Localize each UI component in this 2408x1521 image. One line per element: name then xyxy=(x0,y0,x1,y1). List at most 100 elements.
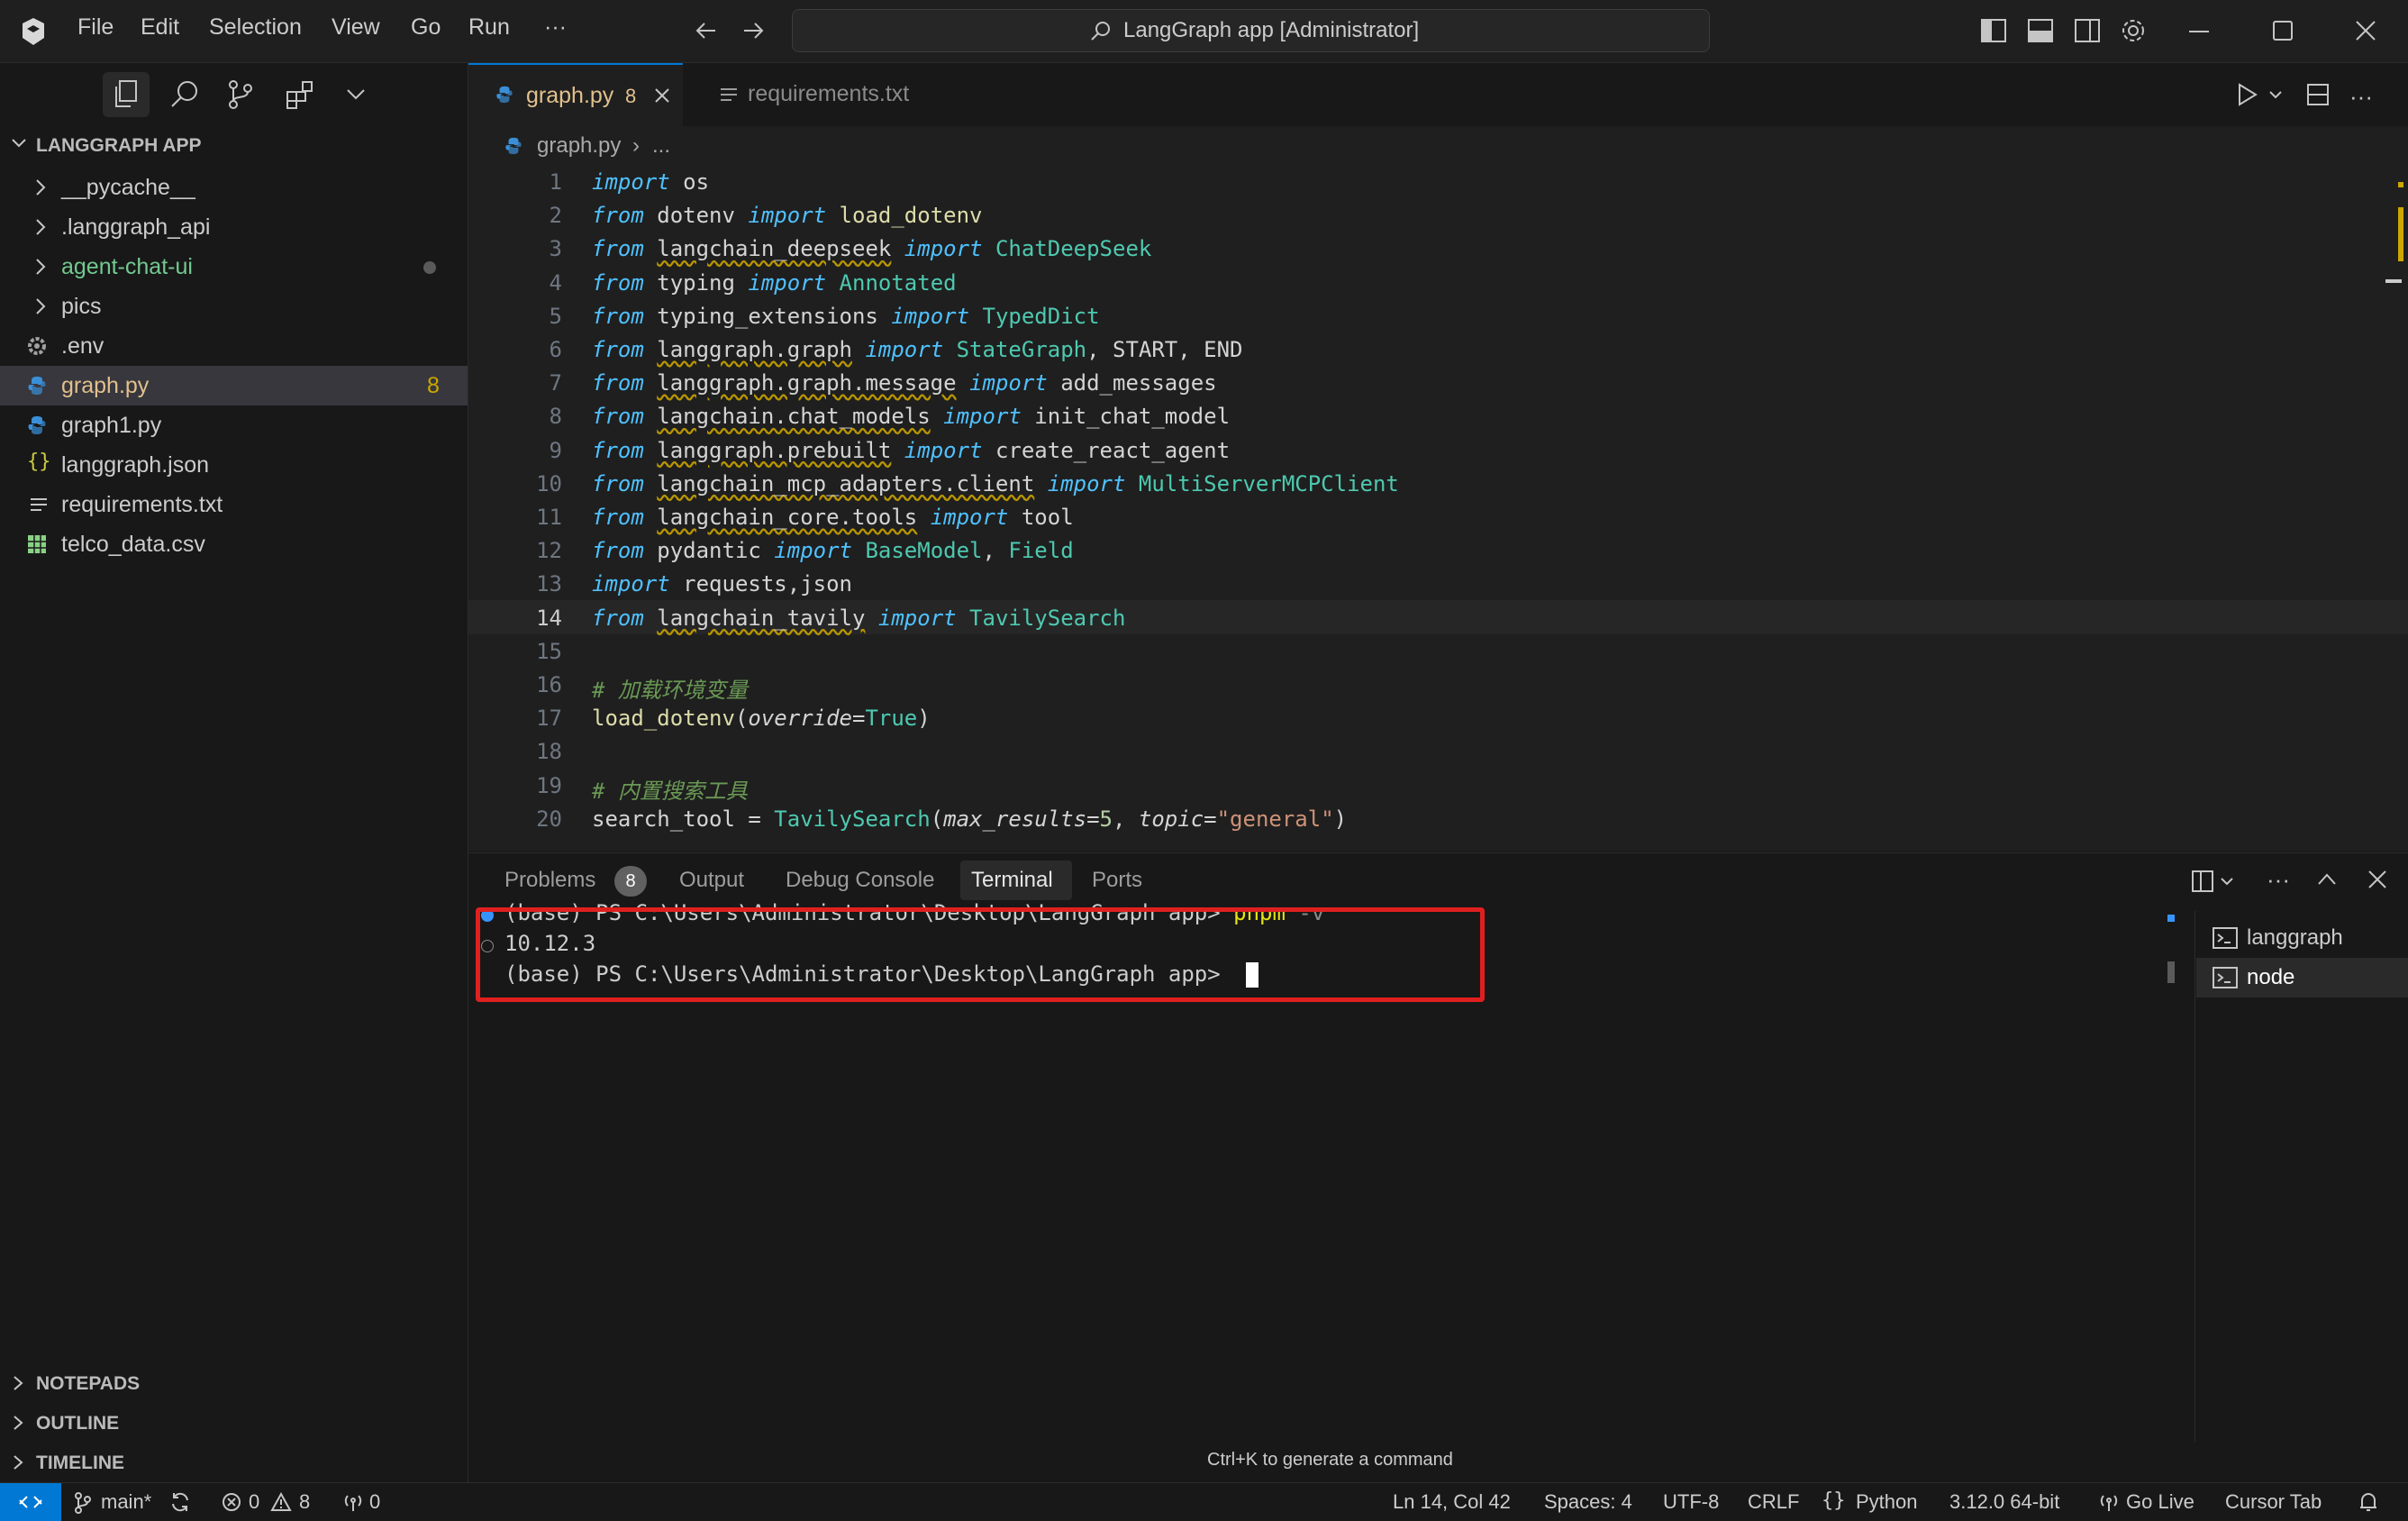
chevron-down-icon[interactable] xyxy=(11,137,27,150)
source-control-icon[interactable] xyxy=(227,79,254,110)
split-editor-icon[interactable] xyxy=(2306,83,2330,106)
code-line[interactable]: 4 from typing import Annotated xyxy=(468,265,2408,299)
git-branch[interactable]: main* xyxy=(101,1490,151,1514)
chevron-up-icon[interactable] xyxy=(2317,873,2337,886)
code-editor[interactable]: graph.py › ... 1 import os 2 from dotenv im… xyxy=(468,126,2408,852)
code-line[interactable]: 9 from langgraph.prebuilt import create_r… xyxy=(468,433,2408,467)
chevron-down-icon[interactable] xyxy=(2220,877,2234,886)
notepads-section[interactable]: NOTEPADS xyxy=(36,1373,140,1395)
tree-file-graph1-py[interactable]: graph1.py xyxy=(0,405,468,445)
run-play-icon[interactable] xyxy=(2236,83,2258,106)
python-interpreter[interactable]: 3.12.0 64-bit xyxy=(1949,1490,2059,1514)
tab-graph-py[interactable]: graph.py 8 xyxy=(468,63,683,128)
tree-folder-pycache[interactable]: __pycache__ xyxy=(0,168,468,207)
toggle-sidebar-icon[interactable] xyxy=(1980,18,2007,43)
panel-tab-ports[interactable]: Ports xyxy=(1092,868,1142,893)
tree-folder-agent-chat-ui[interactable]: agent-chat-ui xyxy=(0,247,468,287)
code-line[interactable]: 18 xyxy=(468,733,2408,768)
indentation[interactable]: Spaces: 4 xyxy=(1544,1490,1632,1514)
panel-tab-debug-console[interactable]: Debug Console xyxy=(786,868,934,893)
breadcrumb-file[interactable]: graph.py xyxy=(537,133,621,159)
tree-file-graph-py[interactable]: graph.py 8 xyxy=(0,366,468,405)
bell-icon[interactable] xyxy=(2358,1491,2378,1513)
maximize-icon[interactable] xyxy=(2272,20,2294,41)
code-line[interactable]: 8 from langchain.chat_models import init_… xyxy=(468,398,2408,433)
tree-label: .env xyxy=(61,333,104,359)
tree-folder-langgraph-api[interactable]: .langgraph_api xyxy=(0,207,468,247)
go-live-button[interactable]: Go Live xyxy=(2126,1490,2194,1514)
panel-tab-terminal[interactable]: Terminal xyxy=(971,868,1053,893)
code-line[interactable]: 3 from langchain_deepseek import ChatDeep… xyxy=(468,231,2408,265)
menu-more[interactable]: ··· xyxy=(544,14,567,41)
panel-tab-problems[interactable]: Problems xyxy=(504,868,595,893)
back-arrow-icon[interactable] xyxy=(694,18,719,43)
forward-arrow-icon[interactable] xyxy=(741,18,766,43)
file-encoding[interactable]: UTF-8 xyxy=(1663,1490,1719,1514)
code-line[interactable]: 10 from langchain_mcp_adapters.client imp… xyxy=(468,466,2408,500)
command-center-search[interactable]: LangGraph app [Administrator] xyxy=(792,9,1710,52)
warning-count[interactable]: 8 xyxy=(299,1490,310,1514)
sync-icon[interactable] xyxy=(169,1491,191,1513)
code-line[interactable]: 5 from typing_extensions import TypedDict xyxy=(468,298,2408,332)
code-line[interactable]: 16 # 加载环境变量 xyxy=(468,667,2408,703)
menu-go[interactable]: Go xyxy=(411,14,441,41)
more-actions-icon[interactable]: ··· xyxy=(2267,866,2290,894)
tree-file-langgraph-json[interactable]: {} langgraph.json xyxy=(0,445,468,485)
error-count[interactable]: 0 xyxy=(249,1490,259,1514)
search-view-icon[interactable] xyxy=(169,79,200,110)
terminal-scrollbar[interactable] xyxy=(2167,961,2175,983)
code-line[interactable]: 6 from langgraph.graph import StateGraph,… xyxy=(468,332,2408,366)
code-line[interactable]: 11 from langchain_core.tools import tool xyxy=(468,499,2408,533)
end-of-line[interactable]: CRLF xyxy=(1748,1490,1799,1514)
more-actions-icon[interactable]: ··· xyxy=(2349,83,2373,111)
remote-indicator[interactable] xyxy=(0,1483,61,1521)
code-line[interactable]: 15 xyxy=(468,633,2408,668)
chevron-down-icon[interactable] xyxy=(346,88,366,101)
tab-requirements-txt[interactable]: requirements.txt xyxy=(685,63,966,126)
code-line[interactable]: 12 from pydantic import BaseModel, Field xyxy=(468,533,2408,567)
menu-edit[interactable]: Edit xyxy=(141,14,179,41)
tree-folder-pics[interactable]: pics xyxy=(0,287,468,326)
terminal-list-item-langgraph[interactable]: langgraph xyxy=(2196,918,2408,958)
close-panel-icon[interactable] xyxy=(2367,870,2387,889)
line-source: load_dotenv(override=True) xyxy=(592,706,931,732)
outline-section[interactable]: OUTLINE xyxy=(36,1413,119,1434)
cursor-tab-status[interactable]: Cursor Tab xyxy=(2225,1490,2322,1514)
tree-file-telco-data-csv[interactable]: telco_data.csv xyxy=(0,524,468,564)
code-line[interactable]: 17 load_dotenv(override=True) xyxy=(468,700,2408,734)
toggle-secondary-sidebar-icon[interactable] xyxy=(2074,18,2101,43)
code-line[interactable]: 20 search_tool = TavilySearch(max_results… xyxy=(468,801,2408,835)
menu-selection[interactable]: Selection xyxy=(209,14,302,41)
line-source: from pydantic import BaseModel, Field xyxy=(592,538,1074,564)
toggle-panel-icon[interactable] xyxy=(2027,18,2054,43)
timeline-section[interactable]: TIMELINE xyxy=(36,1453,124,1474)
tree-file-requirements-txt[interactable]: requirements.txt xyxy=(0,485,468,524)
gear-icon[interactable] xyxy=(2119,16,2148,45)
explorer-root-title[interactable]: LANGGRAPH APP xyxy=(36,135,202,157)
code-line[interactable]: 14 from langchain_tavily import TavilySea… xyxy=(468,599,2408,634)
panel-tab-output[interactable]: Output xyxy=(679,868,744,893)
minimize-icon[interactable] xyxy=(2189,30,2209,33)
tree-file-env[interactable]: .env xyxy=(0,326,468,366)
code-line[interactable]: 19 # 内置搜索工具 xyxy=(468,768,2408,804)
code-line[interactable]: 13 import requests,json xyxy=(468,566,2408,600)
menu-run[interactable]: Run xyxy=(468,14,510,41)
broadcast-icon xyxy=(342,1492,364,1512)
ports-count[interactable]: 0 xyxy=(369,1490,380,1514)
code-line[interactable]: 7 from langgraph.graph.message import add… xyxy=(468,365,2408,399)
explorer-view-button[interactable] xyxy=(103,72,150,117)
language-mode[interactable]: Python xyxy=(1856,1490,1918,1514)
terminal-list-item-node[interactable]: node xyxy=(2196,958,2408,997)
code-line[interactable]: 2 from dotenv import load_dotenv xyxy=(468,197,2408,232)
git-branch-icon xyxy=(74,1492,92,1514)
menu-file[interactable]: File xyxy=(77,14,114,41)
code-line[interactable]: 1 import os xyxy=(468,164,2408,198)
extensions-icon[interactable] xyxy=(285,79,315,110)
breadcrumb-symbol[interactable]: ... xyxy=(652,133,670,159)
split-terminal-icon[interactable] xyxy=(2191,870,2214,893)
chevron-down-icon[interactable] xyxy=(2268,90,2283,99)
cursor-position[interactable]: Ln 14, Col 42 xyxy=(1393,1490,1511,1514)
close-icon[interactable] xyxy=(654,87,670,104)
close-window-icon[interactable] xyxy=(2355,20,2376,41)
menu-view[interactable]: View xyxy=(332,14,380,41)
